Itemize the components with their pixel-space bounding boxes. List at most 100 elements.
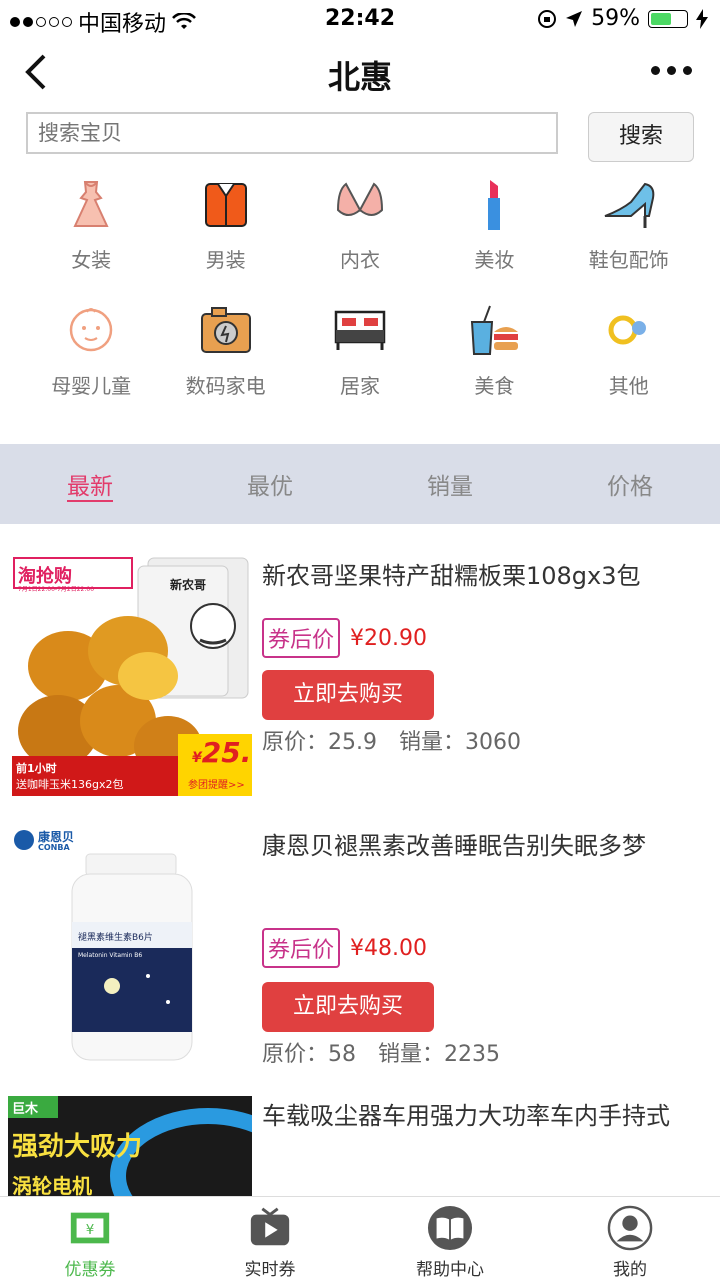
category-label: 美妆: [474, 248, 515, 272]
bed-icon: [334, 310, 386, 350]
sales-count: 销量：3060: [399, 730, 521, 755]
category-label: 居家: [339, 374, 380, 398]
brand-label: 新农哥: [170, 578, 207, 592]
page-title: 北惠: [327, 58, 392, 96]
user-icon: [607, 1205, 653, 1251]
promo-line1: 前1小时: [16, 762, 57, 775]
tab-label: 优惠券: [64, 1260, 116, 1280]
status-bar: 中国移动 22:42 59%: [0, 0, 720, 38]
tab-label: 帮助中心: [416, 1260, 484, 1280]
bra-icon: [336, 182, 383, 216]
product-card[interactable]: 康恩贝 CONBA 褪黑素维生素B6片 Melatonin Vitamin B6…: [0, 826, 720, 1076]
category-label: 其他: [608, 374, 649, 398]
rings-icon: [608, 315, 646, 345]
category-shoes-bags[interactable]: 鞋包配饰: [562, 176, 696, 282]
battery-icon: [648, 9, 688, 28]
play-icon: [250, 1207, 290, 1246]
location-icon: [566, 10, 583, 27]
category-label: 男装: [205, 248, 246, 272]
category-food[interactable]: 美食: [427, 302, 561, 408]
sort-tab-price[interactable]: 价格: [540, 444, 720, 524]
melatonin-bottle-photo: [8, 826, 252, 1070]
category-baby[interactable]: 母婴儿童: [24, 302, 158, 408]
sales-count: 销量：2235: [378, 1042, 500, 1067]
promo-currency: ¥: [192, 750, 202, 766]
promo-subline: 涡轮电机: [12, 1174, 92, 1196]
coupon-price: ¥20.90: [350, 625, 427, 651]
book-icon: [427, 1205, 473, 1251]
category-men[interactable]: 男装: [158, 176, 292, 282]
shirt-icon: [204, 183, 247, 227]
category-label: 鞋包配饰: [588, 248, 669, 272]
category-beauty[interactable]: 美妆: [427, 176, 561, 282]
category-label: 内衣: [339, 248, 380, 272]
sort-tab-newest[interactable]: 最新: [0, 444, 180, 524]
category-grid: 女装 男装 内衣 美妆 鞋包配饰 母婴儿童 数码家电 居家 美食 其他: [24, 176, 696, 408]
promo-hint: 参团提醒>>: [188, 780, 245, 791]
food-icon: [471, 305, 519, 355]
sort-tab-sales[interactable]: 销量: [360, 444, 540, 524]
banner-sublabel: 7月1日22:00-7月2日22:00: [18, 586, 95, 593]
camera-icon: [200, 307, 251, 353]
category-label: 数码家电: [185, 374, 266, 398]
tab-coupons[interactable]: ¥ 优惠券: [0, 1197, 180, 1280]
coupon-price: ¥48.00: [350, 935, 427, 961]
tab-label: 我的: [613, 1260, 647, 1280]
original-price: 原价：58: [262, 1042, 356, 1067]
navigation-bar: 北惠: [0, 40, 720, 106]
sort-tab-best[interactable]: 最优: [180, 444, 360, 524]
promo-headline: 强劲大吸力: [12, 1132, 143, 1162]
coupon-icon: ¥: [70, 1212, 110, 1244]
category-label: 母婴儿童: [51, 374, 132, 398]
brand-label: 巨木: [12, 1102, 39, 1117]
brand-en-label: CONBA: [38, 843, 70, 852]
tab-label: 实时券: [244, 1260, 296, 1280]
product-image[interactable]: 康恩贝 CONBA 褪黑素维生素B6片 Melatonin Vitamin B6: [8, 826, 252, 1070]
product-image[interactable]: 淘抢购 7月1日22:00-7月2日22:00 新农哥 前1小时 送咖啡玉米13…: [8, 556, 252, 800]
category-underwear[interactable]: 内衣: [293, 176, 427, 282]
category-other[interactable]: 其他: [562, 302, 696, 408]
product-meta: 原价：25.9 销量：3060: [262, 724, 521, 756]
buy-now-button[interactable]: 立即去购买: [262, 670, 434, 720]
product-card[interactable]: 巨木 强劲大吸力 涡轮电机 车载吸尘器车用强力大功率车内手持式: [0, 1096, 720, 1196]
promo-price: ¥25.9: [192, 736, 252, 769]
product-image[interactable]: 巨木 强劲大吸力 涡轮电机: [8, 1096, 252, 1196]
price-row: 券后价 ¥48.00: [262, 928, 427, 968]
product-card[interactable]: 淘抢购 7月1日22:00-7月2日22:00 新农哥 前1小时 送咖啡玉米13…: [0, 556, 720, 806]
bottom-tab-bar: ¥ 优惠券 实时券 帮助中心 我的: [0, 1196, 720, 1280]
original-price: 原价：25.9: [262, 730, 377, 755]
high-heel-icon: [604, 182, 655, 228]
rotation-lock-icon: [538, 9, 557, 28]
category-home[interactable]: 居家: [293, 302, 427, 408]
promo-price-value: 25.9: [201, 736, 252, 769]
tab-profile[interactable]: 我的: [540, 1197, 720, 1280]
tab-help[interactable]: 帮助中心: [360, 1197, 540, 1280]
buy-now-button[interactable]: 立即去购买: [262, 982, 434, 1032]
search-button[interactable]: 搜索: [588, 112, 694, 162]
tab-realtime[interactable]: 实时券: [180, 1197, 360, 1280]
charging-icon: [696, 8, 708, 29]
price-row: 券后价 ¥20.90: [262, 618, 427, 658]
product-title[interactable]: 车载吸尘器车用强力大功率车内手持式: [262, 1096, 702, 1136]
product-title[interactable]: 新农哥坚果特产甜糯板栗108gx3包: [262, 556, 702, 596]
product-meta: 原价：58 销量：2235: [262, 1036, 500, 1068]
category-label: 女装: [71, 248, 112, 272]
sort-tab-bar: 最新 最优 销量 价格: [0, 444, 720, 524]
dress-icon: [73, 181, 109, 227]
bottle-label: 褪黑素维生素B6片: [78, 933, 153, 943]
svg-text:¥: ¥: [86, 1223, 95, 1238]
category-women[interactable]: 女装: [24, 176, 158, 282]
coupon-tag: 券后价: [262, 928, 341, 968]
product-title[interactable]: 康恩贝褪黑素改善睡眠告别失眠多梦: [262, 826, 702, 866]
bottle-label-en: Melatonin Vitamin B6: [78, 952, 143, 959]
more-icon[interactable]: [651, 66, 692, 75]
promo-line2: 送咖啡玉米136gx2包: [16, 778, 124, 791]
category-label: 美食: [474, 374, 515, 398]
coupon-tag: 券后价: [262, 618, 341, 658]
search-input[interactable]: [26, 112, 558, 154]
lipstick-icon: [488, 180, 501, 230]
category-digital[interactable]: 数码家电: [158, 302, 292, 408]
battery-percent: 59%: [591, 6, 640, 31]
baby-icon: [69, 308, 113, 352]
status-right: 59%: [537, 6, 708, 31]
